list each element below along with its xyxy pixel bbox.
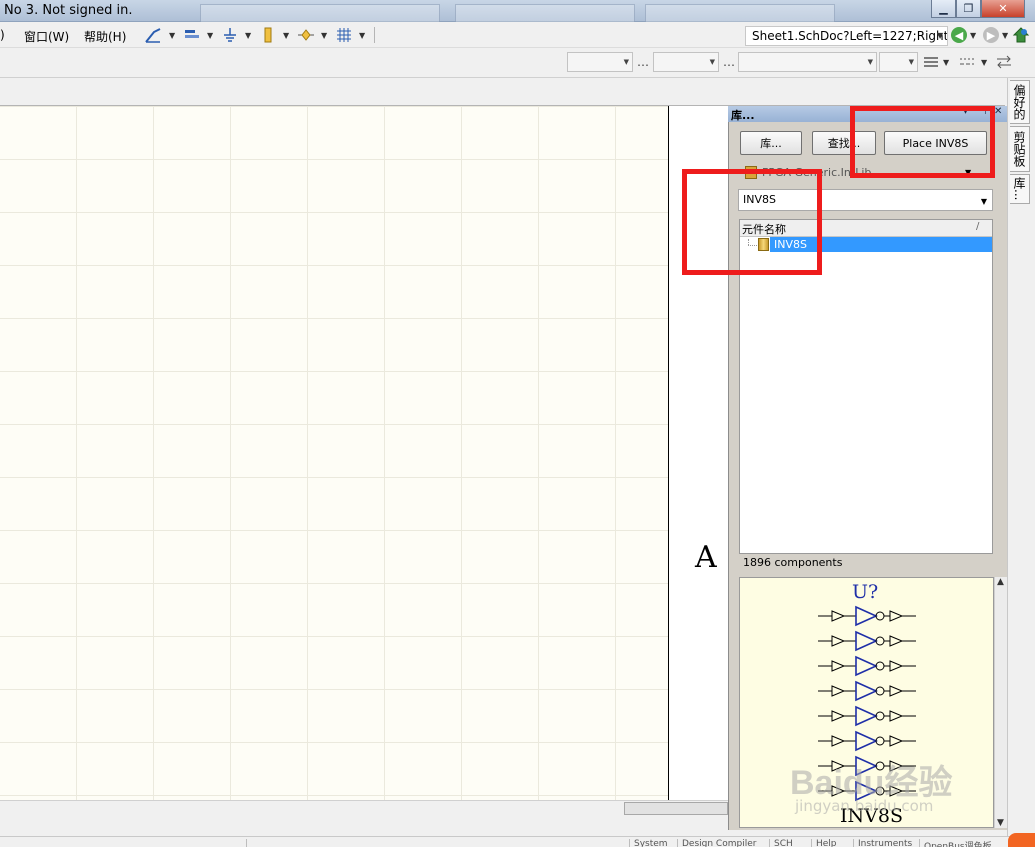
tab-favorites[interactable]: 偏好的 (1010, 80, 1030, 124)
pin-input-triangle (831, 610, 846, 622)
chevron-down-icon[interactable]: ▼ (207, 31, 213, 40)
chevron-down-icon[interactable]: ▼ (283, 31, 289, 40)
toolbar-separator (374, 27, 375, 43)
scroll-down-icon[interactable]: ▼ (997, 818, 1004, 828)
bus-tool-icon[interactable] (183, 26, 201, 44)
status-system[interactable]: System (629, 839, 677, 847)
pin-input-triangle (831, 710, 846, 722)
line-style-icon[interactable] (958, 53, 976, 71)
zone-letter: A (695, 540, 717, 575)
inverter-triangle (855, 655, 878, 677)
more-dots-icon: … (637, 55, 649, 69)
preview-scrollbar[interactable]: ▲ ▼ (994, 577, 1007, 828)
status-design-compiler[interactable]: Design Compiler (677, 839, 769, 847)
schematic-canvas[interactable] (0, 106, 728, 800)
taskbar-tab-1 (200, 4, 440, 22)
chevron-down-icon[interactable]: ▼ (970, 31, 976, 40)
sougou-icon (1008, 833, 1035, 847)
minimize-button[interactable]: ▁ (931, 0, 956, 18)
chevron-down-icon[interactable]: ▼ (981, 58, 987, 67)
port-tool-icon[interactable] (297, 26, 315, 44)
more-dots-icon: … (723, 55, 735, 69)
taskbar-tab-3 (645, 4, 835, 22)
forward-arrow-icon[interactable]: ▶ (983, 27, 999, 43)
inverter-triangle (855, 730, 878, 752)
taskbar-tab-2 (455, 4, 635, 22)
horizontal-scrollbar[interactable] (0, 800, 728, 818)
back-arrow-icon[interactable]: ◀ (951, 27, 967, 43)
inverter-triangle (855, 630, 878, 652)
chevron-down-icon[interactable]: ▼ (359, 31, 365, 40)
document-tab-strip (0, 78, 1005, 106)
ground-port-icon[interactable] (221, 26, 239, 44)
highlight-box-component (682, 169, 822, 275)
font-combo[interactable]: ▼ (567, 52, 633, 72)
size-combo[interactable]: ▼ (653, 52, 719, 72)
sheet-border-line (668, 106, 669, 800)
watermark-url: jingyan.baidu.com (795, 797, 934, 815)
maximize-button[interactable]: ❐ (956, 0, 981, 18)
status-instruments[interactable]: Instruments (853, 839, 919, 847)
menu-item-partial[interactable]: ) (0, 28, 5, 42)
pin-output-triangle (889, 710, 904, 722)
scrollbar-thumb[interactable] (624, 802, 728, 815)
highlight-box-place (850, 106, 995, 178)
component-count: 1896 components (743, 556, 843, 569)
pin-output-triangle (889, 735, 904, 747)
pin-output-triangle (889, 635, 904, 647)
chevron-down-icon[interactable]: ▼ (321, 31, 327, 40)
pin-input-triangle (831, 735, 846, 747)
status-divider (246, 839, 251, 847)
panel-close-icon[interactable]: ✕ (994, 106, 1002, 117)
inverter-triangle (855, 680, 878, 702)
pin-input-triangle (831, 685, 846, 697)
menu-item-help[interactable]: 帮助(H) (84, 28, 126, 45)
sort-indicator: / (976, 221, 980, 232)
pin-output-triangle (889, 610, 904, 622)
status-sch[interactable]: SCH (769, 839, 811, 847)
pin-input-triangle (831, 660, 846, 672)
status-help[interactable]: Help (811, 839, 853, 847)
inverter-triangle (855, 605, 878, 627)
style-combo[interactable]: ▼ (738, 52, 877, 72)
chevron-down-icon[interactable]: ▼ (245, 31, 251, 40)
pin-output-triangle (889, 685, 904, 697)
tab-clipboard[interactable]: 剪贴板 (1010, 126, 1030, 172)
chevron-down-icon[interactable]: ▼ (169, 31, 175, 40)
width-combo[interactable]: ▼ (879, 52, 918, 72)
altium-designer-window: No 3. Not signed in. ▁ ❐ ✕ ) 窗口(W) 帮助(H)… (0, 0, 1035, 847)
tab-libraries[interactable]: 库... (1010, 174, 1030, 204)
grid-tool-icon[interactable] (335, 26, 353, 44)
part-tool-icon[interactable] (259, 26, 277, 44)
home-icon[interactable] (1012, 26, 1030, 44)
inverter-triangle (855, 705, 878, 727)
status-openbus[interactable]: OpenBus调色板 (919, 839, 1005, 847)
swap-arrows-icon[interactable] (995, 53, 1013, 71)
pin-output-triangle (889, 660, 904, 672)
chevron-down-icon[interactable]: ▼ (937, 31, 943, 40)
pin-input-triangle (831, 635, 846, 647)
address-field[interactable]: Sheet1.SchDoc?Left=1227;Right (745, 26, 948, 46)
libraries-button[interactable]: 库... (740, 131, 802, 155)
wire-tool-icon[interactable] (144, 26, 162, 44)
close-button[interactable]: ✕ (981, 0, 1025, 18)
window-title: No 3. Not signed in. (4, 3, 133, 18)
chevron-down-icon[interactable]: ▼ (981, 197, 987, 206)
line-width-icon[interactable] (922, 53, 940, 71)
preview-designator: U? (852, 581, 878, 603)
menu-item-window[interactable]: 窗口(W) (24, 28, 69, 45)
chevron-down-icon[interactable]: ▼ (943, 58, 949, 67)
scroll-up-icon[interactable]: ▲ (997, 577, 1004, 587)
chevron-down-icon[interactable]: ▼ (1002, 31, 1008, 40)
panel-title: 库... (731, 109, 755, 122)
